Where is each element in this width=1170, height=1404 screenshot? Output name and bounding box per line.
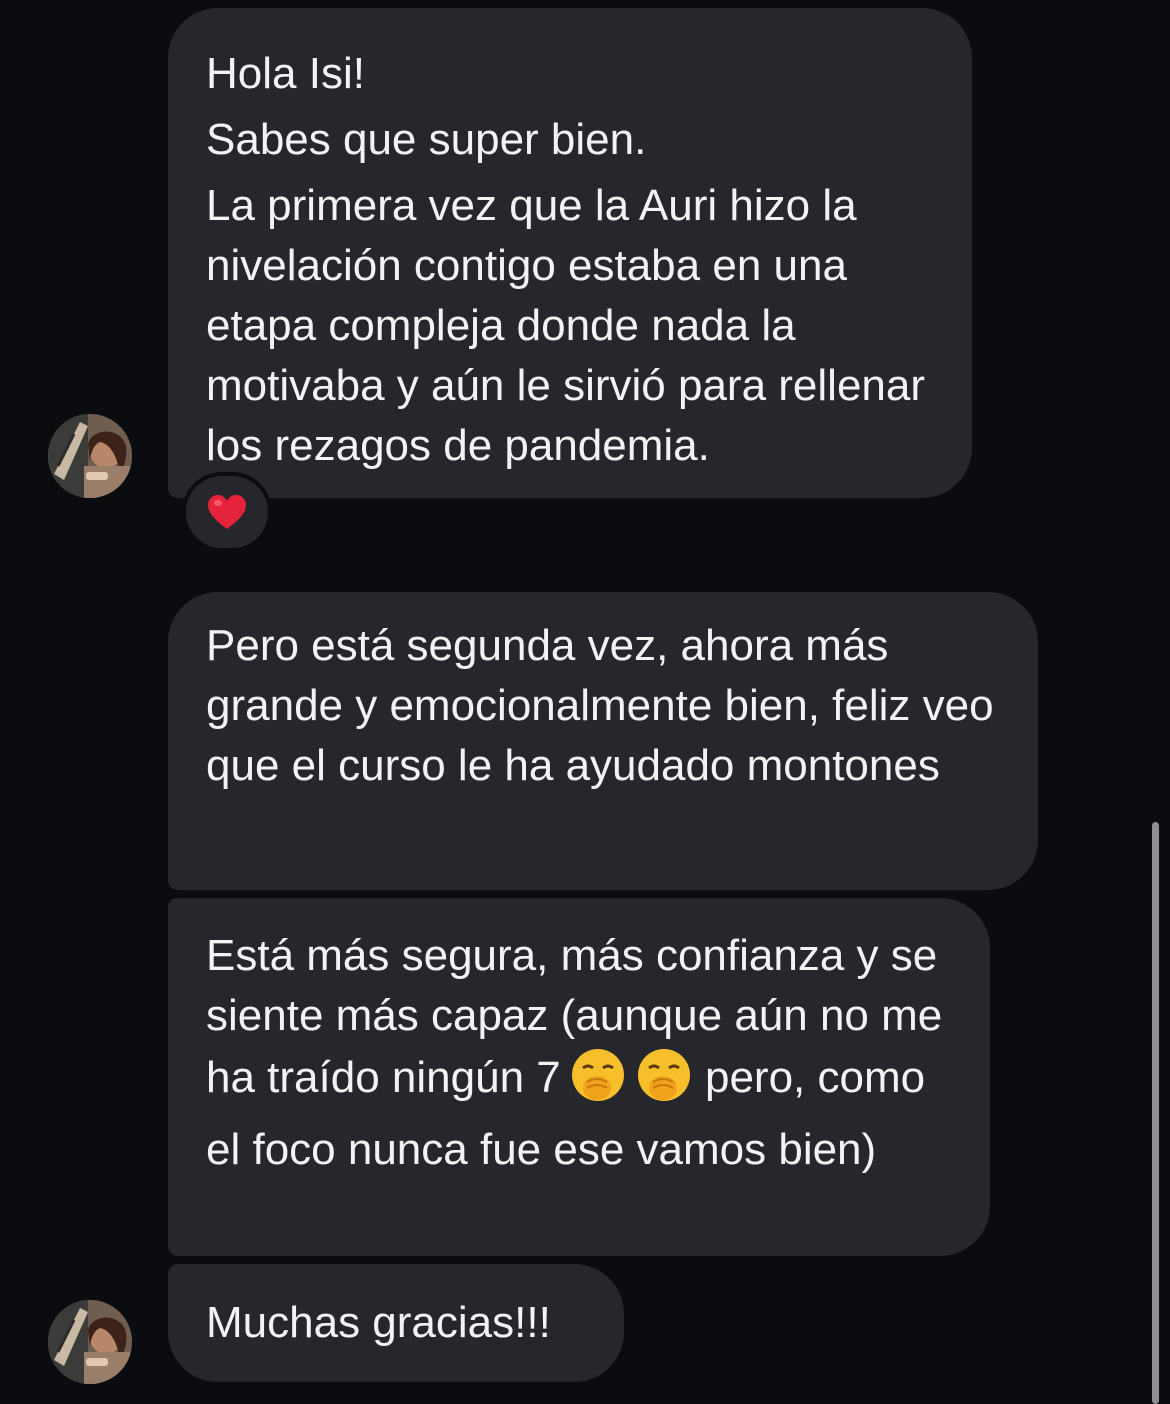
contact-avatar[interactable] (48, 414, 132, 498)
message-text: Pero está segunda vez, ahora más grande … (206, 621, 994, 790)
hand-over-mouth-emoji-icon (635, 1046, 693, 1120)
hand-over-mouth-emoji-icon (569, 1046, 627, 1120)
message-bubble-4[interactable]: Muchas gracias!!! (168, 1264, 624, 1382)
red-heart-icon (208, 495, 246, 529)
contact-avatar[interactable] (48, 1300, 132, 1384)
message-text: Muchas gracias!!! (206, 1298, 551, 1347)
reaction-badge[interactable] (182, 472, 272, 552)
message-bubble-3[interactable]: Está más segura, más confianza y se sien… (168, 898, 990, 1256)
message-text: Sabes que super bien. (206, 115, 647, 164)
message-text: La primera vez que la Auri hizo la nivel… (206, 181, 926, 470)
scrollbar-thumb[interactable] (1152, 822, 1159, 1404)
message-text: Está más segura, más confianza y se sien… (206, 926, 952, 1180)
message-text: Hola Isi! (206, 49, 365, 98)
message-bubble-1[interactable]: Hola Isi! Sabes que super bien. La prime… (168, 8, 972, 498)
message-bubble-2[interactable]: Pero está segunda vez, ahora más grande … (168, 592, 1038, 890)
